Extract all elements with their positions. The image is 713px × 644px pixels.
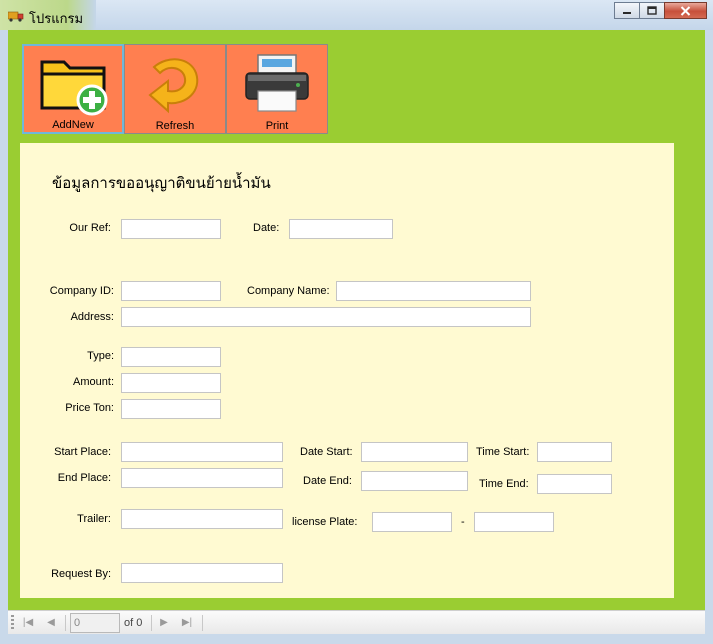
date-end-label: Date End: bbox=[303, 475, 352, 487]
address-field[interactable] bbox=[121, 307, 531, 327]
license-plate-label: license Plate: bbox=[292, 516, 358, 528]
separator bbox=[65, 615, 66, 631]
start-place-field[interactable] bbox=[121, 442, 283, 462]
our-ref-label: Our Ref: bbox=[69, 222, 111, 234]
license-plate-field-2[interactable] bbox=[474, 512, 554, 532]
maximize-icon[interactable] bbox=[639, 2, 665, 19]
trailer-label: Trailer: bbox=[77, 513, 111, 525]
time-start-label: Time Start: bbox=[476, 446, 530, 458]
request-by-field[interactable] bbox=[121, 563, 283, 583]
binding-navigator: |◀ ◀ of 0 ▶ ▶| bbox=[8, 610, 705, 635]
window-controls bbox=[614, 2, 707, 20]
request-by-label: Request By: bbox=[51, 568, 111, 580]
title-bar: โปรแกรม bbox=[0, 0, 713, 30]
minimize-icon[interactable] bbox=[614, 2, 640, 19]
type-label: Type: bbox=[87, 350, 114, 362]
folder-add-icon bbox=[40, 60, 108, 116]
record-count: of 0 bbox=[124, 617, 143, 629]
addnew-label: AddNew bbox=[52, 119, 94, 131]
truck-icon bbox=[8, 11, 24, 22]
window-title: โปรแกรม bbox=[29, 11, 84, 26]
amount-field[interactable] bbox=[121, 373, 221, 393]
date-label: Date: bbox=[253, 222, 280, 234]
move-first-icon[interactable]: |◀ bbox=[20, 615, 36, 631]
refresh-button[interactable]: Refresh bbox=[124, 44, 226, 134]
close-icon[interactable] bbox=[664, 2, 707, 19]
start-place-label: Start Place: bbox=[54, 446, 111, 458]
our-ref-field[interactable] bbox=[121, 219, 221, 239]
trailer-field[interactable] bbox=[121, 509, 283, 529]
end-place-label: End Place: bbox=[57, 472, 111, 484]
move-last-icon[interactable]: ▶| bbox=[179, 615, 195, 631]
date-end-field[interactable] bbox=[361, 471, 468, 491]
time-end-field[interactable] bbox=[537, 474, 612, 494]
print-button[interactable]: Print bbox=[226, 44, 328, 134]
time-end-label: Time End: bbox=[479, 478, 529, 490]
printer-icon bbox=[245, 54, 309, 112]
addnew-button[interactable]: AddNew bbox=[22, 44, 124, 134]
amount-label: Amount: bbox=[73, 376, 114, 388]
license-plate-field-1[interactable] bbox=[372, 512, 452, 532]
form-title: ข้อมูลการขออนุญาติขนย้ายน้ำมัน bbox=[52, 174, 271, 192]
company-name-field[interactable] bbox=[336, 281, 531, 301]
move-previous-icon[interactable]: ◀ bbox=[43, 615, 59, 631]
date-start-label: Date Start: bbox=[300, 446, 353, 458]
refresh-label: Refresh bbox=[155, 120, 195, 132]
date-field[interactable] bbox=[289, 219, 393, 239]
print-label: Print bbox=[265, 120, 289, 132]
company-id-field[interactable] bbox=[121, 281, 221, 301]
address-label: Address: bbox=[70, 311, 114, 323]
license-plate-separator: - bbox=[461, 516, 465, 528]
grip-handle[interactable] bbox=[11, 615, 14, 631]
company-name-label: Company Name: bbox=[247, 285, 330, 297]
position-input[interactable] bbox=[70, 613, 120, 633]
client-area: AddNew Refresh Print ข้อมูลการขออนุญาติข… bbox=[8, 30, 705, 634]
price-ton-label: Price Ton: bbox=[65, 402, 114, 414]
price-ton-field[interactable] bbox=[121, 399, 221, 419]
company-id-label: Company ID: bbox=[49, 285, 114, 297]
separator bbox=[151, 615, 152, 631]
move-next-icon[interactable]: ▶ bbox=[156, 615, 172, 631]
refresh-arrow-icon bbox=[148, 58, 199, 114]
date-start-field[interactable] bbox=[361, 442, 468, 462]
time-start-field[interactable] bbox=[537, 442, 612, 462]
separator bbox=[202, 615, 203, 631]
type-field[interactable] bbox=[121, 347, 221, 367]
window-frame-bottom bbox=[0, 634, 713, 644]
form-panel: ข้อมูลการขออนุญาติขนย้ายน้ำมัน Our Ref: … bbox=[20, 143, 674, 598]
end-place-field[interactable] bbox=[121, 468, 283, 488]
